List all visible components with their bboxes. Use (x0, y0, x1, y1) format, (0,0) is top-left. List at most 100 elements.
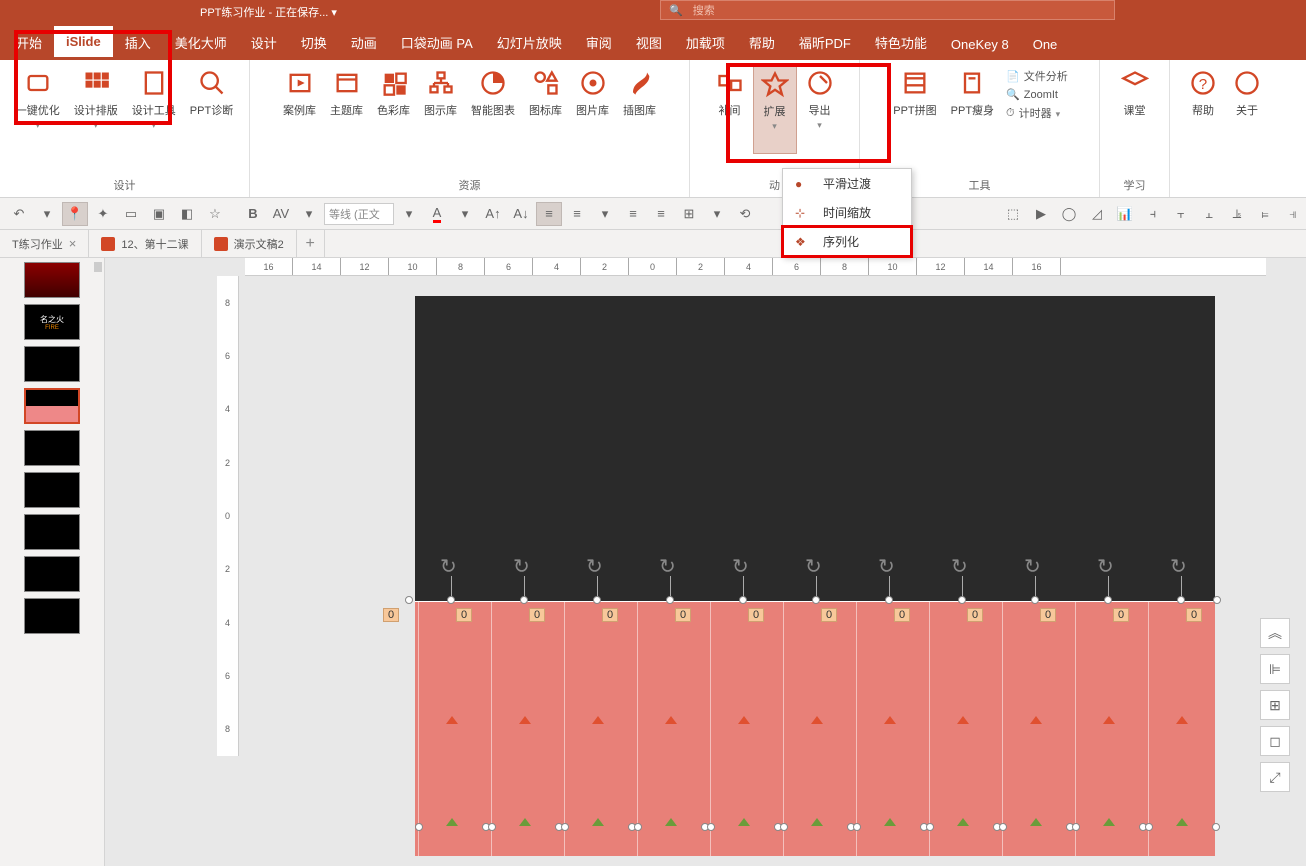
tab-one[interactable]: One (1021, 29, 1070, 60)
tab-beautify[interactable]: 美化大师 (163, 25, 239, 60)
btn-export[interactable]: 导出▾ (799, 64, 841, 154)
btn-iconlib[interactable]: 图标库 (523, 64, 568, 154)
rotate[interactable]: ⟲ (732, 202, 758, 226)
undo-button[interactable]: ↶ (6, 202, 32, 226)
selection-handle[interactable] (415, 823, 423, 831)
selection-handle[interactable] (593, 596, 601, 604)
qat-icon-i[interactable]: ⫡ (1224, 202, 1250, 226)
merge[interactable]: ⊞ (676, 202, 702, 226)
btn-illustlib[interactable]: 插图库 (617, 64, 662, 154)
btn-optimize[interactable]: 一键优化▾ (10, 64, 66, 154)
tab-foxit[interactable]: 福昕PDF (787, 25, 863, 60)
merge-drop[interactable]: ▾ (704, 202, 730, 226)
tab-help[interactable]: 帮助 (737, 25, 787, 60)
font-color[interactable]: A (424, 202, 450, 226)
btn-caselib[interactable]: 案例库 (277, 64, 322, 154)
tab-addins[interactable]: 加载项 (674, 25, 737, 60)
selection-handle[interactable] (666, 596, 674, 604)
align-center[interactable]: ≡ (564, 202, 590, 226)
selection-handle[interactable] (488, 823, 496, 831)
btn-zoomit[interactable]: 🔍ZoomIt (1006, 88, 1068, 101)
tab-islide[interactable]: iSlide (54, 26, 113, 60)
selection-handle[interactable] (926, 823, 934, 831)
tab-transition[interactable]: 切换 (289, 25, 339, 60)
rotate-handle[interactable]: ↻ (586, 554, 610, 578)
rotate-handle[interactable]: ↻ (440, 554, 464, 578)
font-decrease[interactable]: A↓ (508, 202, 534, 226)
btn-extend[interactable]: 扩展▾ (753, 64, 797, 154)
thumbnail-6[interactable] (24, 472, 80, 508)
panel-btn-layer[interactable]: ◻ (1260, 726, 1290, 756)
selection-handle[interactable] (1145, 823, 1153, 831)
doctab-1[interactable]: T练习作业× (0, 230, 89, 258)
thumbnail-2[interactable]: 名之火FIRE (24, 304, 80, 340)
panel-btn-expand[interactable]: ⤢ (1260, 762, 1290, 792)
doctab-add[interactable]: + (297, 230, 325, 258)
selection-handle[interactable] (561, 823, 569, 831)
rotate-handle[interactable]: ↻ (1170, 554, 1194, 578)
qat-icon-c[interactable]: ◯ (1056, 202, 1082, 226)
tab-design[interactable]: 设计 (239, 25, 289, 60)
btn-star[interactable]: ☆ (202, 202, 228, 226)
doctab-3[interactable]: 演示文稿2 (202, 230, 297, 258)
dropdown-serialize[interactable]: ❖序列化 (783, 227, 911, 256)
panel-btn-grid[interactable]: ⊞ (1260, 690, 1290, 720)
align-center-drop[interactable]: ▾ (592, 202, 618, 226)
selection-handle[interactable] (1213, 596, 1221, 604)
rotate-handle[interactable]: ↻ (878, 554, 902, 578)
btn-helpbtn[interactable]: ?帮助 (1182, 64, 1224, 154)
align-left[interactable]: ≡ (536, 202, 562, 226)
qat-icon-a[interactable]: ⬚ (1000, 202, 1026, 226)
selection-handle[interactable] (812, 596, 820, 604)
rotate-handle[interactable]: ↻ (951, 554, 975, 578)
btn-spacing[interactable]: AV (268, 202, 294, 226)
selection-handle[interactable] (447, 596, 455, 604)
selection-handle[interactable] (1212, 823, 1220, 831)
btn-designtool[interactable]: 设计工具▾ (126, 64, 182, 154)
qat-icon-d[interactable]: ◿ (1084, 202, 1110, 226)
rotate-handle[interactable]: ↻ (659, 554, 683, 578)
rotate-handle[interactable]: ↻ (1024, 554, 1048, 578)
align-right[interactable]: ≡ (648, 202, 674, 226)
btn-eraser[interactable]: ◧ (174, 202, 200, 226)
font-increase[interactable]: A↑ (480, 202, 506, 226)
qat-icon-b[interactable]: ▶ (1028, 202, 1054, 226)
btn-imagelib[interactable]: 图片库 (570, 64, 615, 154)
dropdown-smooth-transition[interactable]: ●平滑过渡 (783, 169, 911, 198)
thumbnail-1[interactable] (24, 262, 80, 298)
selection-handle[interactable] (780, 823, 788, 831)
thumbnail-5[interactable] (24, 430, 80, 466)
btn-present[interactable]: ▣ (146, 202, 172, 226)
selection-handle[interactable] (1072, 823, 1080, 831)
selection-handle[interactable] (634, 823, 642, 831)
tab-view[interactable]: 视图 (624, 25, 674, 60)
dropdown-time-scale[interactable]: ⊹时间缩放 (783, 198, 911, 227)
qat-icon-f[interactable]: ⫞ (1140, 202, 1166, 226)
qat-icon-k[interactable]: ⫣ (1280, 202, 1306, 226)
qat-icon-e[interactable]: 📊 (1112, 202, 1138, 226)
tab-slideshow[interactable]: 幻灯片放映 (485, 25, 574, 60)
btn-slim[interactable]: PPT瘦身 (945, 64, 1000, 154)
btn-bold[interactable]: B (240, 202, 266, 226)
btn-tween[interactable]: 补间 (709, 64, 751, 154)
thumbnail-7[interactable] (24, 514, 80, 550)
selection-handle[interactable] (1031, 596, 1039, 604)
btn-colorlib[interactable]: 色彩库 (371, 64, 416, 154)
panel-btn-up[interactable]: ︽ (1260, 618, 1290, 648)
btn-themelib[interactable]: 主题库 (324, 64, 369, 154)
qat-icon-h[interactable]: ⫠ (1196, 202, 1222, 226)
font-drop[interactable]: ▾ (396, 202, 422, 226)
btn-diagramlib[interactable]: 图示库 (418, 64, 463, 154)
qat-icon-g[interactable]: ⫟ (1168, 202, 1194, 226)
btn-about[interactable]: 关于 (1226, 64, 1268, 154)
tab-pocket[interactable]: 口袋动画 PA (389, 25, 485, 60)
thumbnail-9[interactable] (24, 598, 80, 634)
btn-puzzle[interactable]: PPT拼图 (887, 64, 942, 154)
thumbnail-4-current[interactable] (24, 388, 80, 424)
selection-handle[interactable] (520, 596, 528, 604)
close-icon[interactable]: × (69, 236, 77, 251)
font-color-drop[interactable]: ▾ (452, 202, 478, 226)
undo-split[interactable]: ▾ (34, 202, 60, 226)
tab-review[interactable]: 审阅 (574, 25, 624, 60)
rotate-handle[interactable]: ↻ (805, 554, 829, 578)
